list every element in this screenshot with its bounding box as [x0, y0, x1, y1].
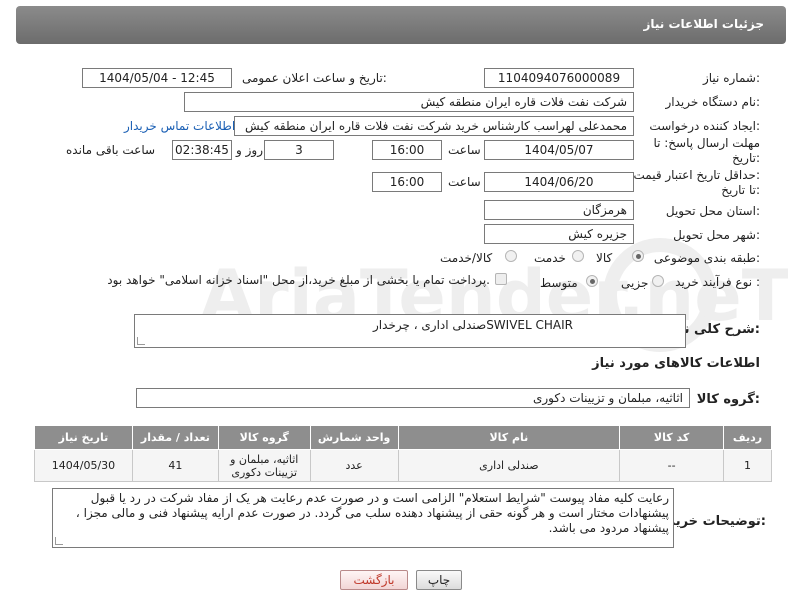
reply-date-field: 1404/05/07 [484, 140, 634, 160]
price-validity-label: حداقل تاریخ اعتبار قیمت: [633, 168, 760, 182]
price-date-field: 1404/06/20 [484, 172, 634, 192]
goods-group-label: گروه کالا: [696, 392, 760, 407]
day-and-label: روز و [236, 143, 263, 157]
purchase-option-medium: متوسط [540, 276, 578, 290]
col-unit: واحد شمارش [309, 425, 399, 450]
print-button[interactable]: چاپ [416, 570, 462, 590]
table-header-row: تاریخ نیاز تعداد / مقدار گروه کالا واحد … [34, 425, 773, 450]
page-title: جزئیات اطلاعات نیاز [643, 17, 764, 31]
price-time-field: 16:00 [372, 172, 442, 192]
treasury-payment-note: پرداخت تمام یا بخشی از مبلغ خرید،از محل … [107, 273, 490, 287]
category-radio-goods-service[interactable] [505, 250, 517, 262]
price-validity-label-2: تا تاریخ: [721, 183, 760, 197]
reply-hour-label: ساعت [448, 143, 481, 157]
items-info-heading: اطلاعات کالاهای مورد نیاز [592, 356, 760, 371]
cell-goods-code: -- [619, 449, 724, 482]
buyer-org-label: نام دستگاه خریدار: [665, 95, 761, 109]
treasury-payment-checkbox[interactable] [495, 273, 507, 285]
cell-goods-name: صندلی اداری [397, 449, 621, 482]
reply-deadline-label-2: تاریخ: [732, 151, 760, 165]
time-remaining-label: ساعت باقی مانده [66, 143, 156, 157]
col-goods-group: گروه کالا [217, 425, 311, 450]
resize-handle[interactable] [137, 337, 145, 345]
col-row-number: ردیف [722, 425, 773, 450]
category-option-service: خدمت [534, 251, 566, 265]
announce-datetime-field: 1404/05/04 - 12:45 [82, 68, 232, 88]
delivery-province-field: هرمزگان [484, 200, 634, 220]
need-number-label: شماره نیاز: [702, 71, 760, 85]
goods-group-field: اثاثیه، مبلمان و تزیینات دکوری [136, 388, 690, 408]
notes-resize-handle[interactable] [55, 537, 63, 545]
category-option-goods: کالا [596, 251, 613, 265]
cell-quantity: 41 [131, 449, 219, 482]
buyer-org-field: شرکت نفت فلات قاره ایران منطقه کیش [184, 92, 634, 112]
buyer-contact-link[interactable]: اطلاعات تماس خریدار [124, 119, 235, 133]
back-button[interactable]: بازگشت [340, 570, 408, 590]
requester-label: ایجاد کننده درخواست: [649, 119, 760, 133]
items-table: تاریخ نیاز تعداد / مقدار گروه کالا واحد … [34, 425, 773, 482]
description-text: صندلی اداری ، چرخدارSWIVEL CHAIR [373, 318, 573, 332]
col-need-date: تاریخ نیاز [34, 425, 133, 450]
cell-unit: عدد [309, 449, 399, 482]
category-radio-goods[interactable] [632, 250, 644, 262]
reply-days-field: 3 [264, 140, 334, 160]
purchase-radio-minor[interactable] [652, 275, 664, 287]
reply-time-field: 16:00 [372, 140, 442, 160]
purchase-radio-medium[interactable] [586, 275, 598, 287]
category-option-goods-service: کالا/خدمت [440, 251, 493, 265]
category-radio-service[interactable] [572, 250, 584, 262]
col-quantity: تعداد / مقدار [131, 425, 219, 450]
delivery-city-label: شهر محل تحویل: [673, 228, 760, 242]
requester-field: محمدعلی لهراسب کارشناس خرید شرکت نفت فلا… [234, 116, 634, 136]
category-label: طبقه بندی موضوعی: [653, 251, 760, 265]
page-header: جزئیات اطلاعات نیاز [16, 6, 786, 44]
announce-datetime-label: تاریخ و ساعت اعلان عمومی: [242, 71, 387, 85]
col-goods-code: کد کالا [619, 425, 724, 450]
table-row: 1404/05/30 41 اثاثیه، مبلمان و تزیینات د… [34, 449, 773, 482]
purchase-type-label: نوع فرآیند خرید : [675, 275, 760, 289]
page-frame: جزئیات اطلاعات نیاز AriaTender.neT شماره… [0, 0, 788, 606]
buyer-notes-textarea[interactable]: رعایت کلیه مفاد پیوست "شرایط استعلام" ال… [52, 488, 674, 548]
cell-need-date: 1404/05/30 [34, 449, 133, 482]
cell-goods-group: اثاثیه، مبلمان و تزیینات دکوری [217, 449, 311, 482]
delivery-city-field: جزیره کیش [484, 224, 634, 244]
cell-row-number: 1 [722, 449, 773, 482]
purchase-option-minor: جزیی [621, 276, 649, 290]
need-number-field: 1104094076000089 [484, 68, 634, 88]
price-hour-label: ساعت [448, 175, 481, 189]
delivery-province-label: استان محل تحویل: [665, 204, 760, 218]
reply-remaining-field: 02:38:45 [172, 140, 232, 160]
reply-deadline-label: مهلت ارسال پاسخ: تا [653, 136, 760, 150]
col-goods-name: نام کالا [397, 425, 621, 450]
description-textarea[interactable]: صندلی اداری ، چرخدارSWIVEL CHAIR [134, 314, 686, 348]
buyer-notes-text: رعایت کلیه مفاد پیوست "شرایط استعلام" ال… [75, 491, 669, 535]
